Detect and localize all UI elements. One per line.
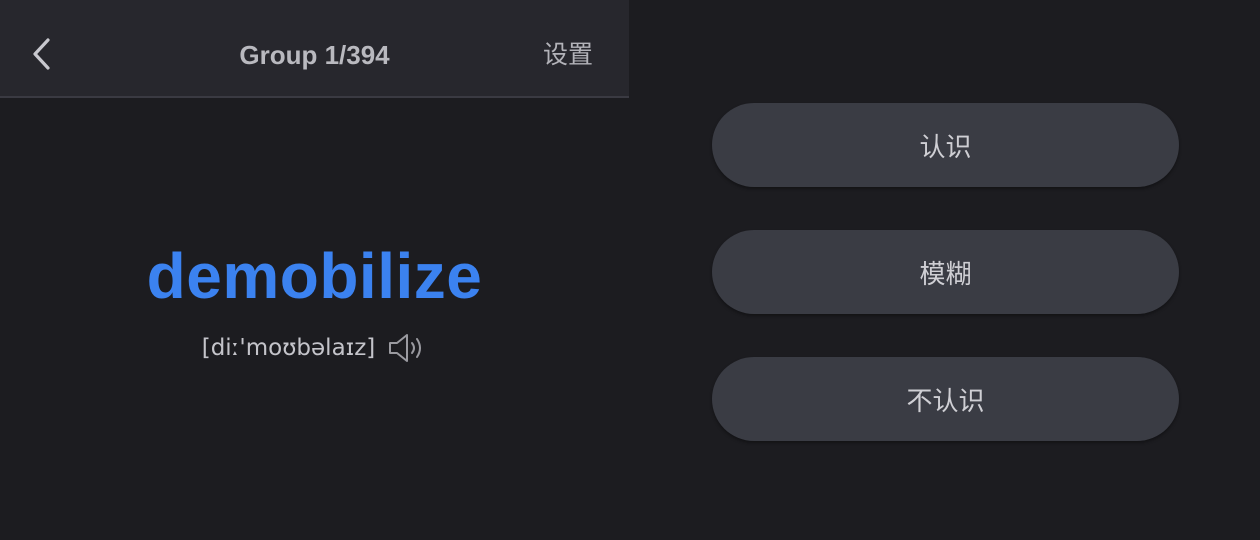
unknown-button[interactable]: 不认识 — [712, 357, 1179, 441]
app-window: Group 1/394 设置 demobilize [diː'moʊbəlaɪz… — [0, 0, 1260, 540]
top-bar: Group 1/394 设置 — [0, 0, 629, 98]
phonetic-transcription: [diː'moʊbəlaɪz] — [201, 335, 376, 361]
speaker-icon — [389, 334, 422, 362]
know-button[interactable]: 认识 — [712, 103, 1179, 187]
play-audio-button[interactable] — [387, 332, 427, 364]
vocabulary-word: demobilize — [146, 240, 483, 312]
settings-button[interactable]: 设置 — [543, 38, 593, 72]
word-card-panel: Group 1/394 设置 demobilize [diː'moʊbəlaɪz… — [0, 0, 629, 540]
group-title: Group 1/394 — [239, 40, 390, 70]
fuzzy-button[interactable]: 模糊 — [712, 230, 1179, 314]
pronunciation-row: [diː'moʊbəlaɪz] — [0, 330, 629, 366]
